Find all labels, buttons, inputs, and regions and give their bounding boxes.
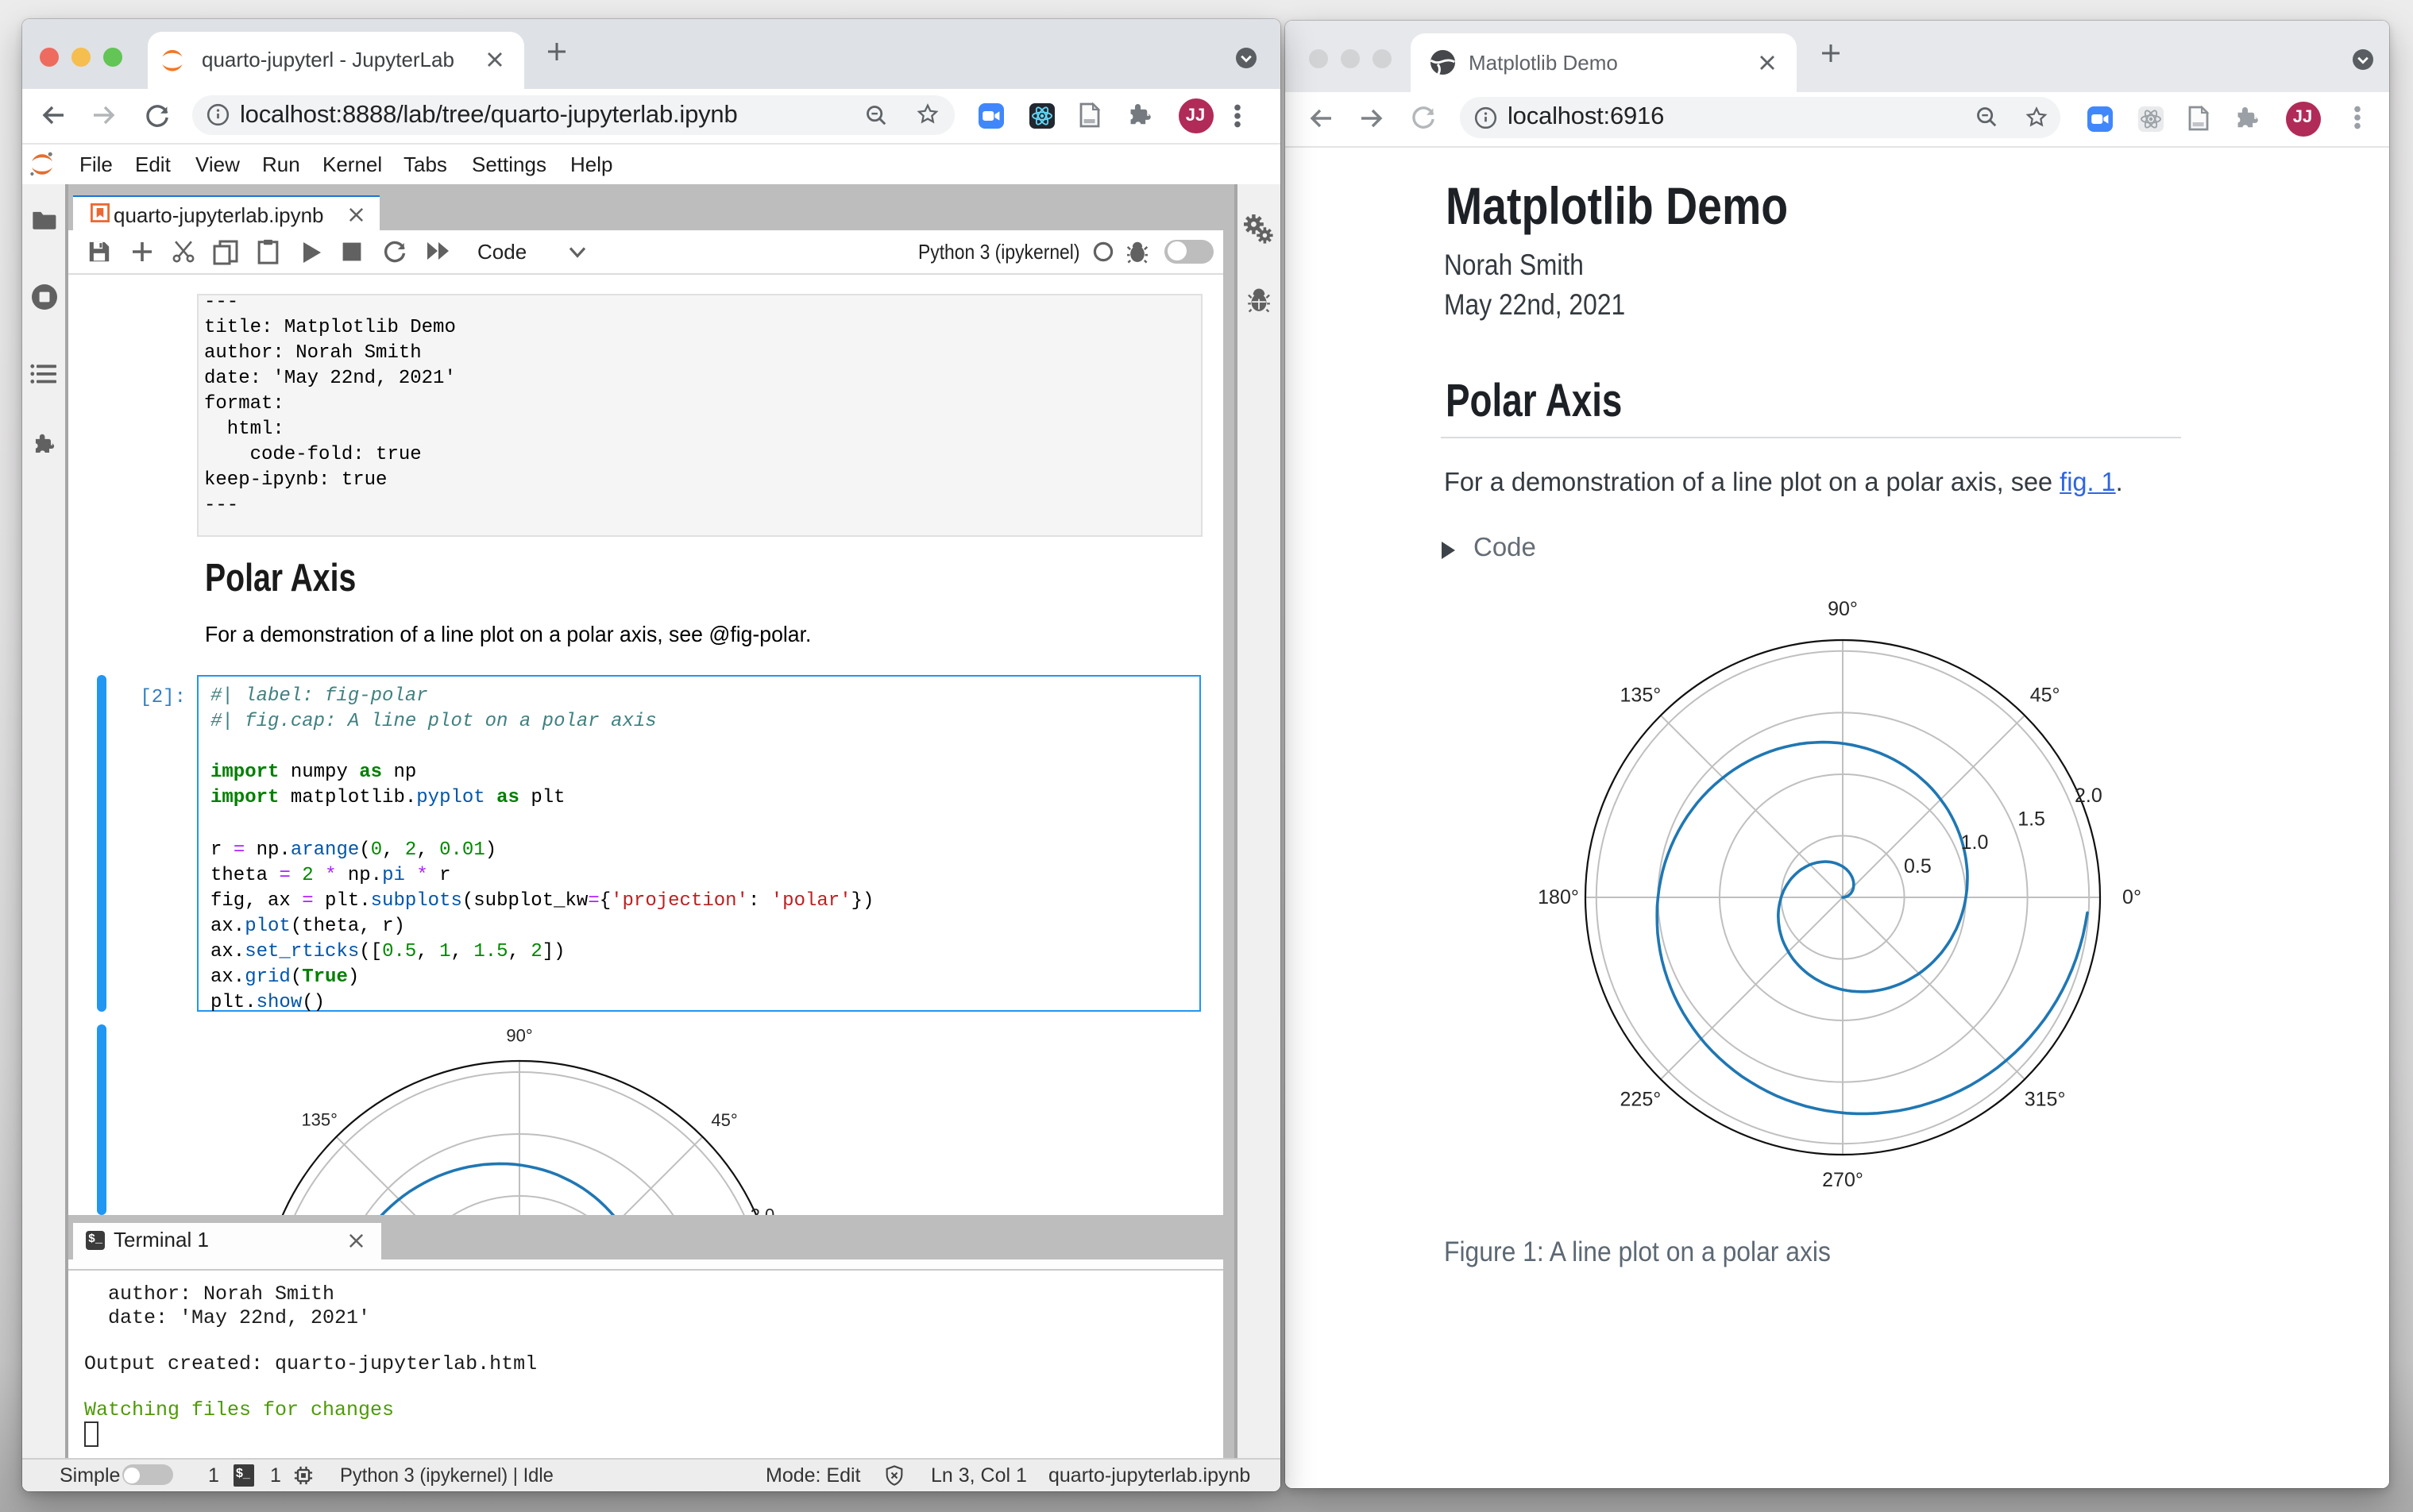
svg-text:135°: 135° [301, 1110, 338, 1130]
svg-text:1.0: 1.0 [1961, 831, 1989, 854]
svg-text:45°: 45° [2030, 684, 2060, 706]
svg-text:0°: 0° [2122, 886, 2141, 908]
svg-text:180°: 180° [1538, 886, 1579, 908]
svg-text:2.0: 2.0 [2075, 785, 2102, 807]
svg-text:1.5: 1.5 [2017, 808, 2045, 831]
svg-text:0.5: 0.5 [1904, 855, 1932, 878]
svg-text:135°: 135° [1620, 684, 1662, 706]
svg-text:45°: 45° [711, 1110, 737, 1130]
svg-text:2.0: 2.0 [751, 1205, 775, 1216]
svg-text:90°: 90° [1828, 598, 1858, 620]
svg-text:270°: 270° [1822, 1169, 1863, 1191]
svg-text:90°: 90° [506, 1026, 532, 1046]
svg-text:225°: 225° [1620, 1089, 1662, 1111]
svg-text:315°: 315° [2025, 1089, 2066, 1111]
